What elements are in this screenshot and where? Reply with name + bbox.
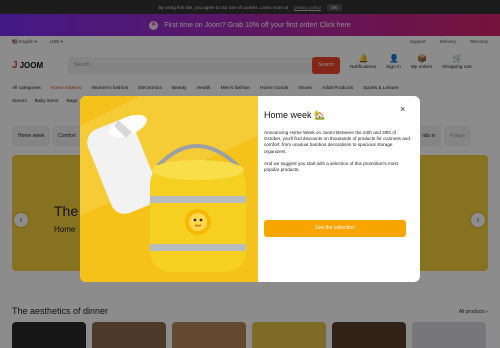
lunchbox-illustration (80, 96, 258, 282)
modal-paragraph: And we suggest you start with a selectio… (264, 160, 398, 172)
modal-paragraph: Announcing Home Week on Joom! Between th… (264, 130, 410, 154)
modal-title: Home week 🏡 (264, 110, 326, 120)
home-week-modal: × Home week 🏡 Announcing Home Week on Jo… (80, 96, 420, 282)
modal-close-button[interactable]: × (400, 104, 405, 114)
modal-body: Announcing Home Week on Joom! Between th… (264, 130, 410, 179)
modal-image (80, 96, 258, 282)
see-collection-button[interactable]: See the collection (264, 220, 406, 237)
